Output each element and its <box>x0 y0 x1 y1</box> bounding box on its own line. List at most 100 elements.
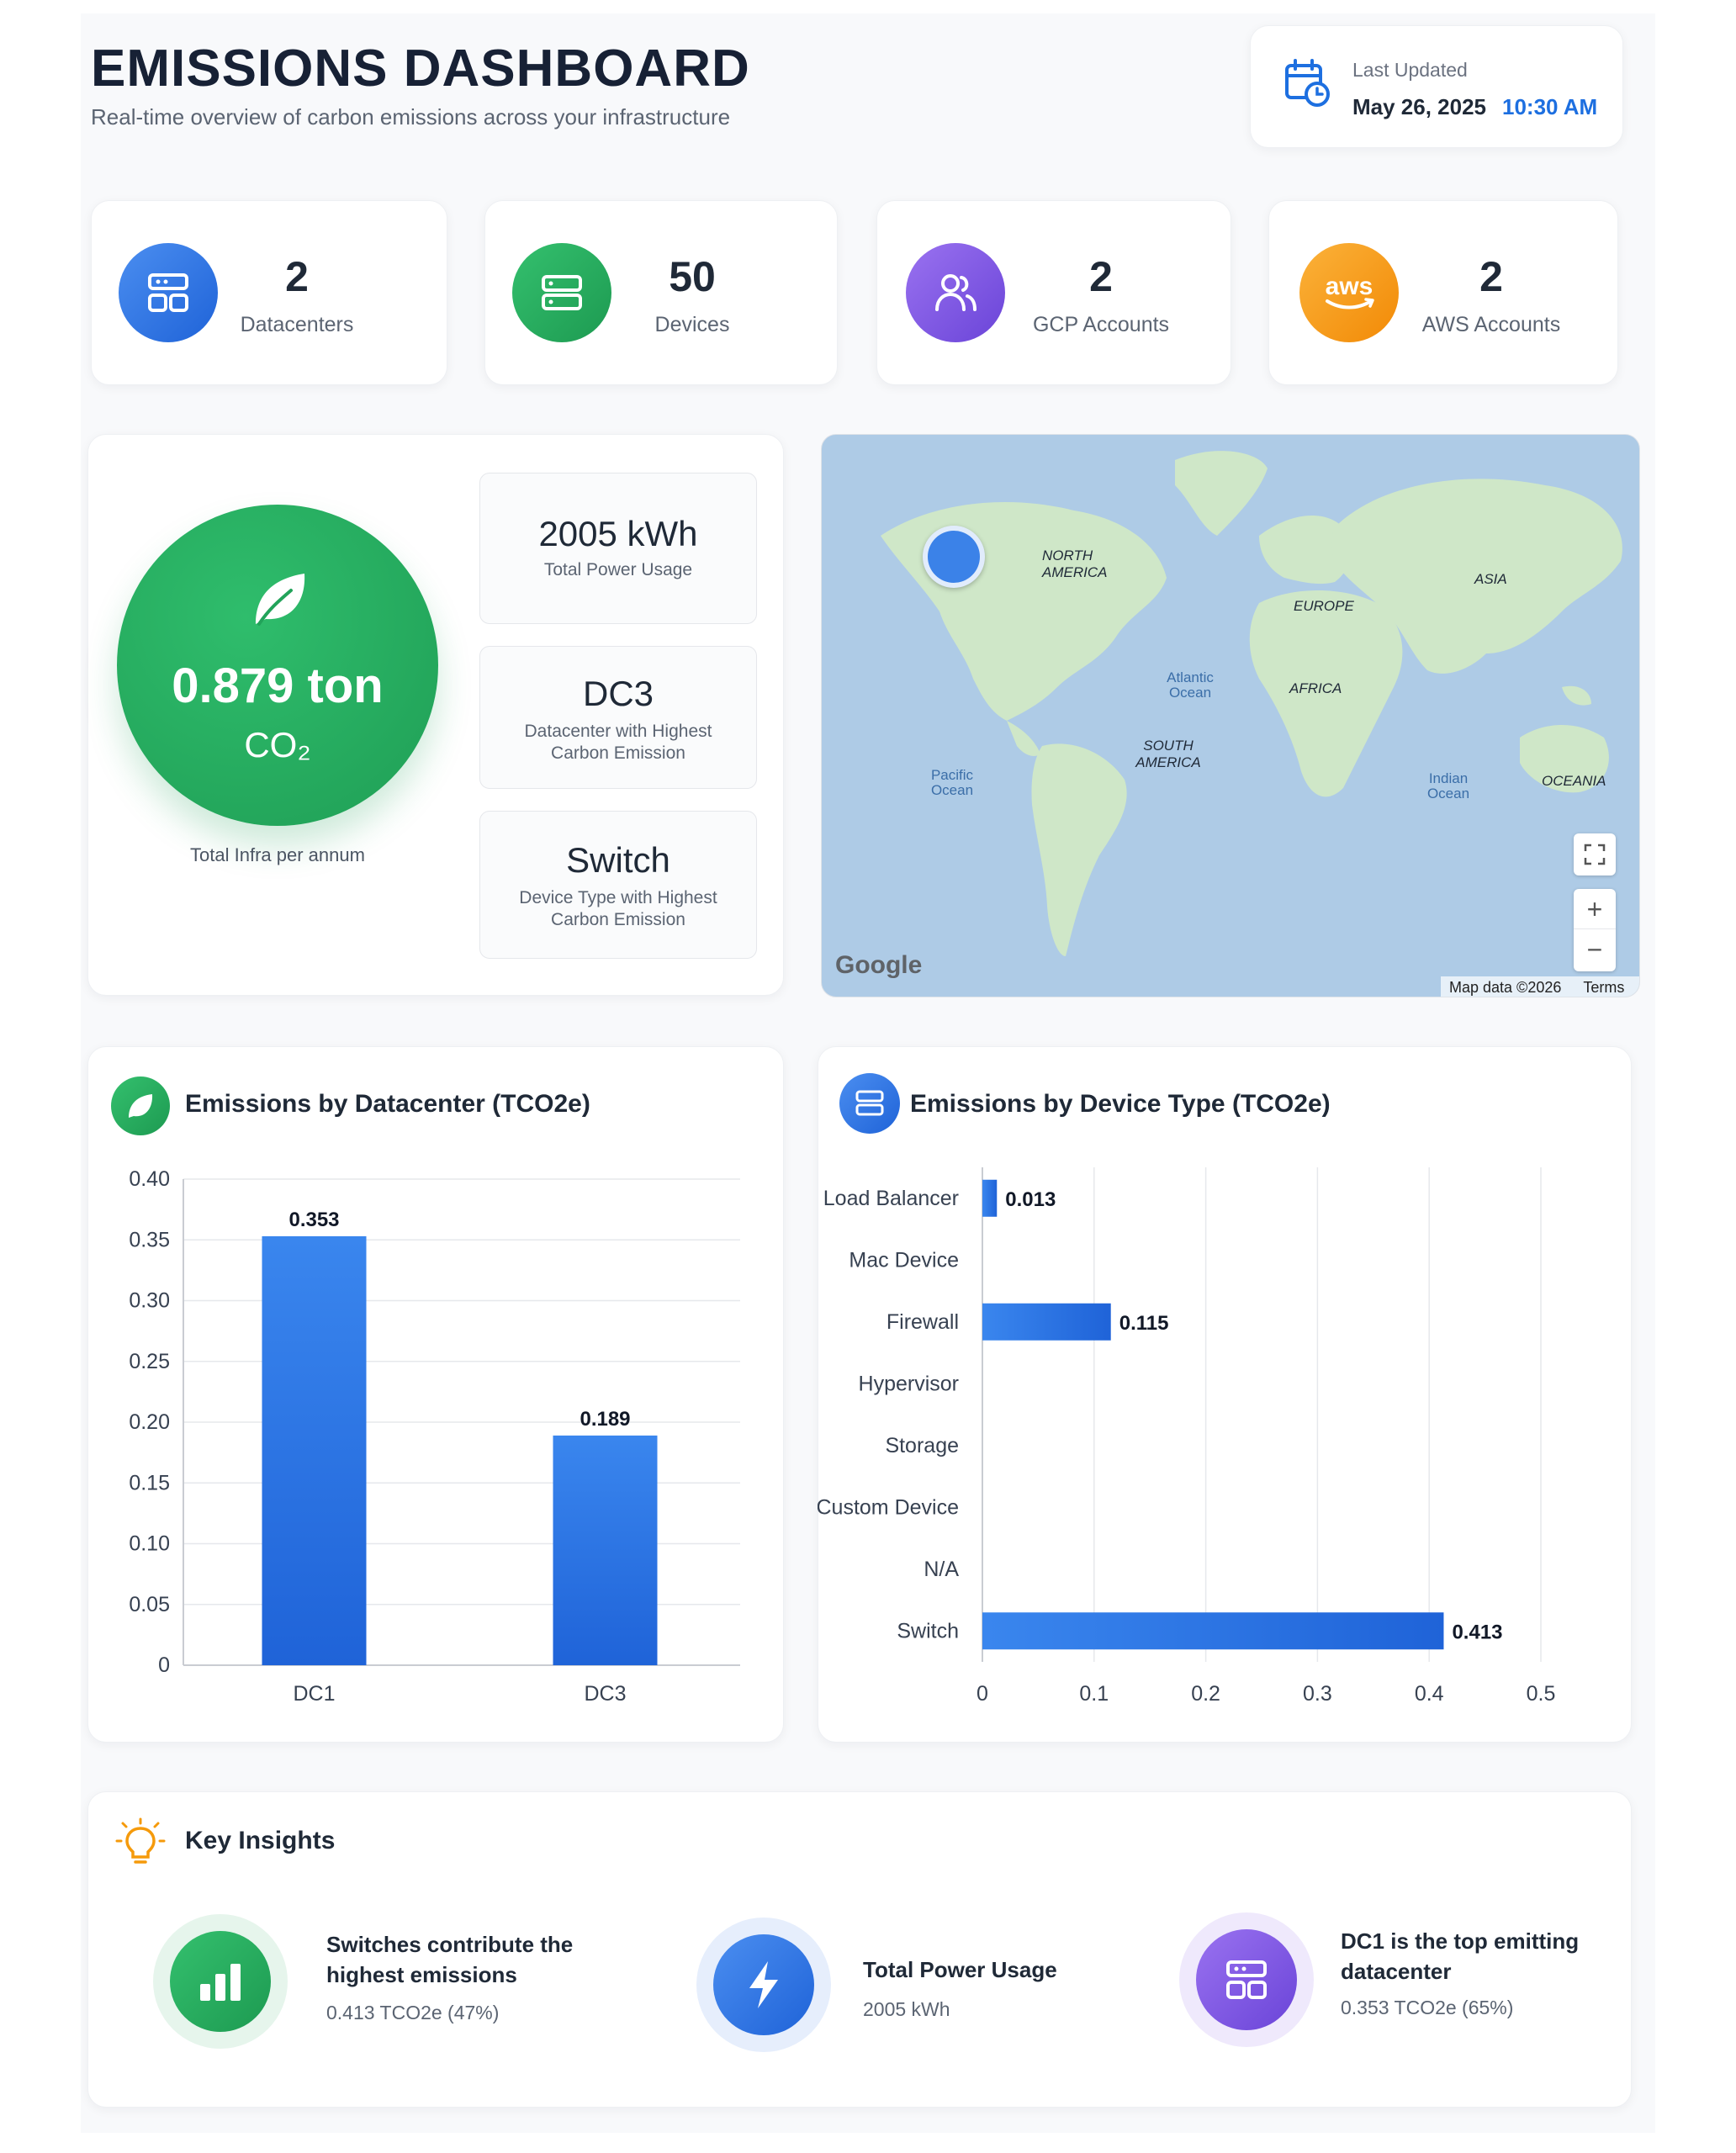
device-bar-chart: 0 0.1 0.2 0.3 0.4 0.5 Load Balancer 0.013 Mac De… <box>818 1167 1556 1706</box>
y-tick-label: 0.30 <box>129 1289 170 1313</box>
map-fullscreen-button[interactable] <box>1574 833 1616 875</box>
map-label-asia: ASIA <box>1474 571 1507 587</box>
emissions-value: 0.879 ton <box>172 659 384 713</box>
stat-label-devices: Devices <box>654 313 730 336</box>
y-tick-label: N/A <box>924 1558 959 1581</box>
stat-value-devices: 50 <box>669 253 716 300</box>
map-label-pacific: Pacific Ocean <box>930 767 974 798</box>
power-usage-card: 2005 kWh Total Power Usage <box>479 473 757 624</box>
map-data-text: Map data ©2026 <box>1449 978 1562 996</box>
bar-chart-icon <box>170 1931 271 2032</box>
x-tick-label: DC3 <box>584 1682 626 1706</box>
emissions-caption: Total Infra per annum <box>190 844 365 865</box>
page-title: EMISSIONS DASHBOARD <box>91 40 750 98</box>
calendar-clock-icon <box>1283 57 1331 108</box>
datacenter-bar-chart: 0 0.05 0.10 0.15 0.20 0.25 0.30 0.35 0.40 0.353 DC… <box>129 1167 740 1706</box>
x-tick-label: 0.2 <box>1191 1682 1220 1706</box>
data-label: 0.013 <box>1005 1188 1056 1211</box>
y-tick-label: 0.15 <box>129 1471 170 1494</box>
insight-1-title: Switches contribute the highest emission… <box>326 1932 574 1987</box>
emissions-unit: CO₂ <box>244 725 311 764</box>
y-tick-label: Mac Device <box>849 1248 959 1272</box>
google-logo: Google <box>835 951 923 979</box>
y-tick-label: Storage <box>885 1434 959 1457</box>
page-subtitle: Real-time overview of carbon emissions a… <box>91 104 731 130</box>
y-tick-label: 0.40 <box>129 1167 170 1191</box>
map-terms-link[interactable]: Terms <box>1583 979 1624 997</box>
map-landmasses <box>881 451 1622 956</box>
server-stack-icon <box>839 1073 900 1134</box>
x-tick-label: 0.5 <box>1527 1682 1556 1706</box>
device-chart-title: Emissions by Device Type (TCO2e) <box>910 1090 1331 1118</box>
highest-datacenter-label: Datacenter with Highest Carbon Emission <box>524 722 712 763</box>
stat-label-aws-accounts: AWS Accounts <box>1421 313 1561 336</box>
lightning-icon <box>713 1934 814 2035</box>
stat-label-datacenters: Datacenters <box>240 313 354 336</box>
last-updated-date: May 26, 2025 <box>1352 94 1487 119</box>
fullscreen-icon <box>1584 844 1606 865</box>
stat-value-aws-accounts: 2 <box>1479 253 1503 300</box>
map-label-indian: Indian Ocean <box>1426 770 1470 801</box>
bar-dc1 <box>262 1235 367 1665</box>
data-label: 0.353 <box>288 1209 339 1231</box>
map-label-europe: EUROPE <box>1294 598 1354 614</box>
zoom-in-button[interactable]: + <box>1574 889 1616 929</box>
insight-2-sub: 2005 kWh <box>863 1998 950 2020</box>
y-tick-label: 0.20 <box>129 1410 170 1434</box>
power-usage-value: 2005 kWh <box>538 514 698 553</box>
last-updated-label: Last Updated <box>1352 59 1468 81</box>
world-map[interactable]: NORTH AMERICA EUROPE ASIA AFRICA SOUTH A… <box>821 434 1640 997</box>
insight-2-title: Total Power Usage <box>863 1957 1057 1982</box>
insight-3-title: DC1 is the top emitting datacenter <box>1341 1928 1580 1984</box>
highest-device-label: Device Type with Highest Carbon Emission <box>519 888 717 929</box>
y-tick-label: Firewall <box>887 1310 959 1334</box>
datacenter-chart-title: Emissions by Datacenter (TCO2e) <box>185 1090 590 1118</box>
x-tick-label: 0 <box>977 1682 988 1706</box>
lightbulb-icon <box>114 1817 167 1869</box>
bar-load-balancer <box>982 1179 998 1217</box>
leaf-icon <box>247 565 315 632</box>
last-updated-time: 10:30 AM <box>1502 94 1598 119</box>
users-icon <box>906 243 1005 342</box>
x-tick-label: 0.4 <box>1415 1682 1444 1706</box>
map-label-africa: AFRICA <box>1289 680 1342 696</box>
highest-device-value: Switch <box>566 840 670 880</box>
y-tick-label: Load Balancer <box>823 1187 959 1210</box>
y-tick-label: 0.10 <box>129 1532 170 1556</box>
map-label-oceania: OCEANIA <box>1542 773 1606 789</box>
y-tick-label: 0.05 <box>129 1593 170 1616</box>
insight-3-sub: 0.353 TCO2e (65%) <box>1341 1997 1514 2018</box>
server-stack-icon <box>1196 1929 1297 2030</box>
data-label: 0.115 <box>1119 1312 1169 1335</box>
map-label-north-america: NORTH AMERICA <box>1042 548 1108 580</box>
svg-text:aws: aws <box>1326 272 1373 300</box>
data-label: 0.189 <box>580 1408 630 1431</box>
highest-device-card: Switch Device Type with Highest Carbon E… <box>479 811 757 959</box>
map-zoom-control: + − <box>1574 889 1616 971</box>
x-tick-label: 0.3 <box>1303 1682 1332 1706</box>
map-label-atlantic: Atlantic Ocean <box>1167 669 1214 701</box>
map-attribution: Map data ©2026 Terms <box>1441 976 1639 997</box>
leaf-icon <box>111 1076 170 1135</box>
bar-firewall <box>982 1303 1111 1341</box>
data-label: 0.413 <box>1452 1621 1502 1643</box>
y-tick-label: 0.25 <box>129 1350 170 1373</box>
y-tick-label: 0 <box>158 1653 170 1677</box>
y-tick-label: Hypervisor <box>859 1372 959 1395</box>
key-insights-title: Key Insights <box>185 1827 336 1854</box>
bar-dc3 <box>553 1435 658 1665</box>
stat-value-datacenters: 2 <box>285 253 309 300</box>
stat-value-gcp-accounts: 2 <box>1089 253 1113 300</box>
bar-switch <box>982 1612 1444 1650</box>
x-tick-label: DC1 <box>293 1682 335 1706</box>
zoom-out-button[interactable]: − <box>1574 929 1616 970</box>
y-tick-label: Custom Device <box>818 1495 959 1519</box>
map-marker[interactable] <box>923 526 985 588</box>
power-usage-label: Total Power Usage <box>543 560 693 579</box>
map-label-south-america: SOUTH AMERICA <box>1135 738 1201 770</box>
y-tick-label: Switch <box>897 1619 959 1643</box>
highest-datacenter-value: DC3 <box>582 674 654 713</box>
insight-1-sub: 0.413 TCO2e (47%) <box>326 2002 500 2023</box>
stat-label-gcp-accounts: GCP Accounts <box>1032 313 1170 336</box>
highest-datacenter-card: DC3 Datacenter with Highest Carbon Emiss… <box>479 646 757 789</box>
